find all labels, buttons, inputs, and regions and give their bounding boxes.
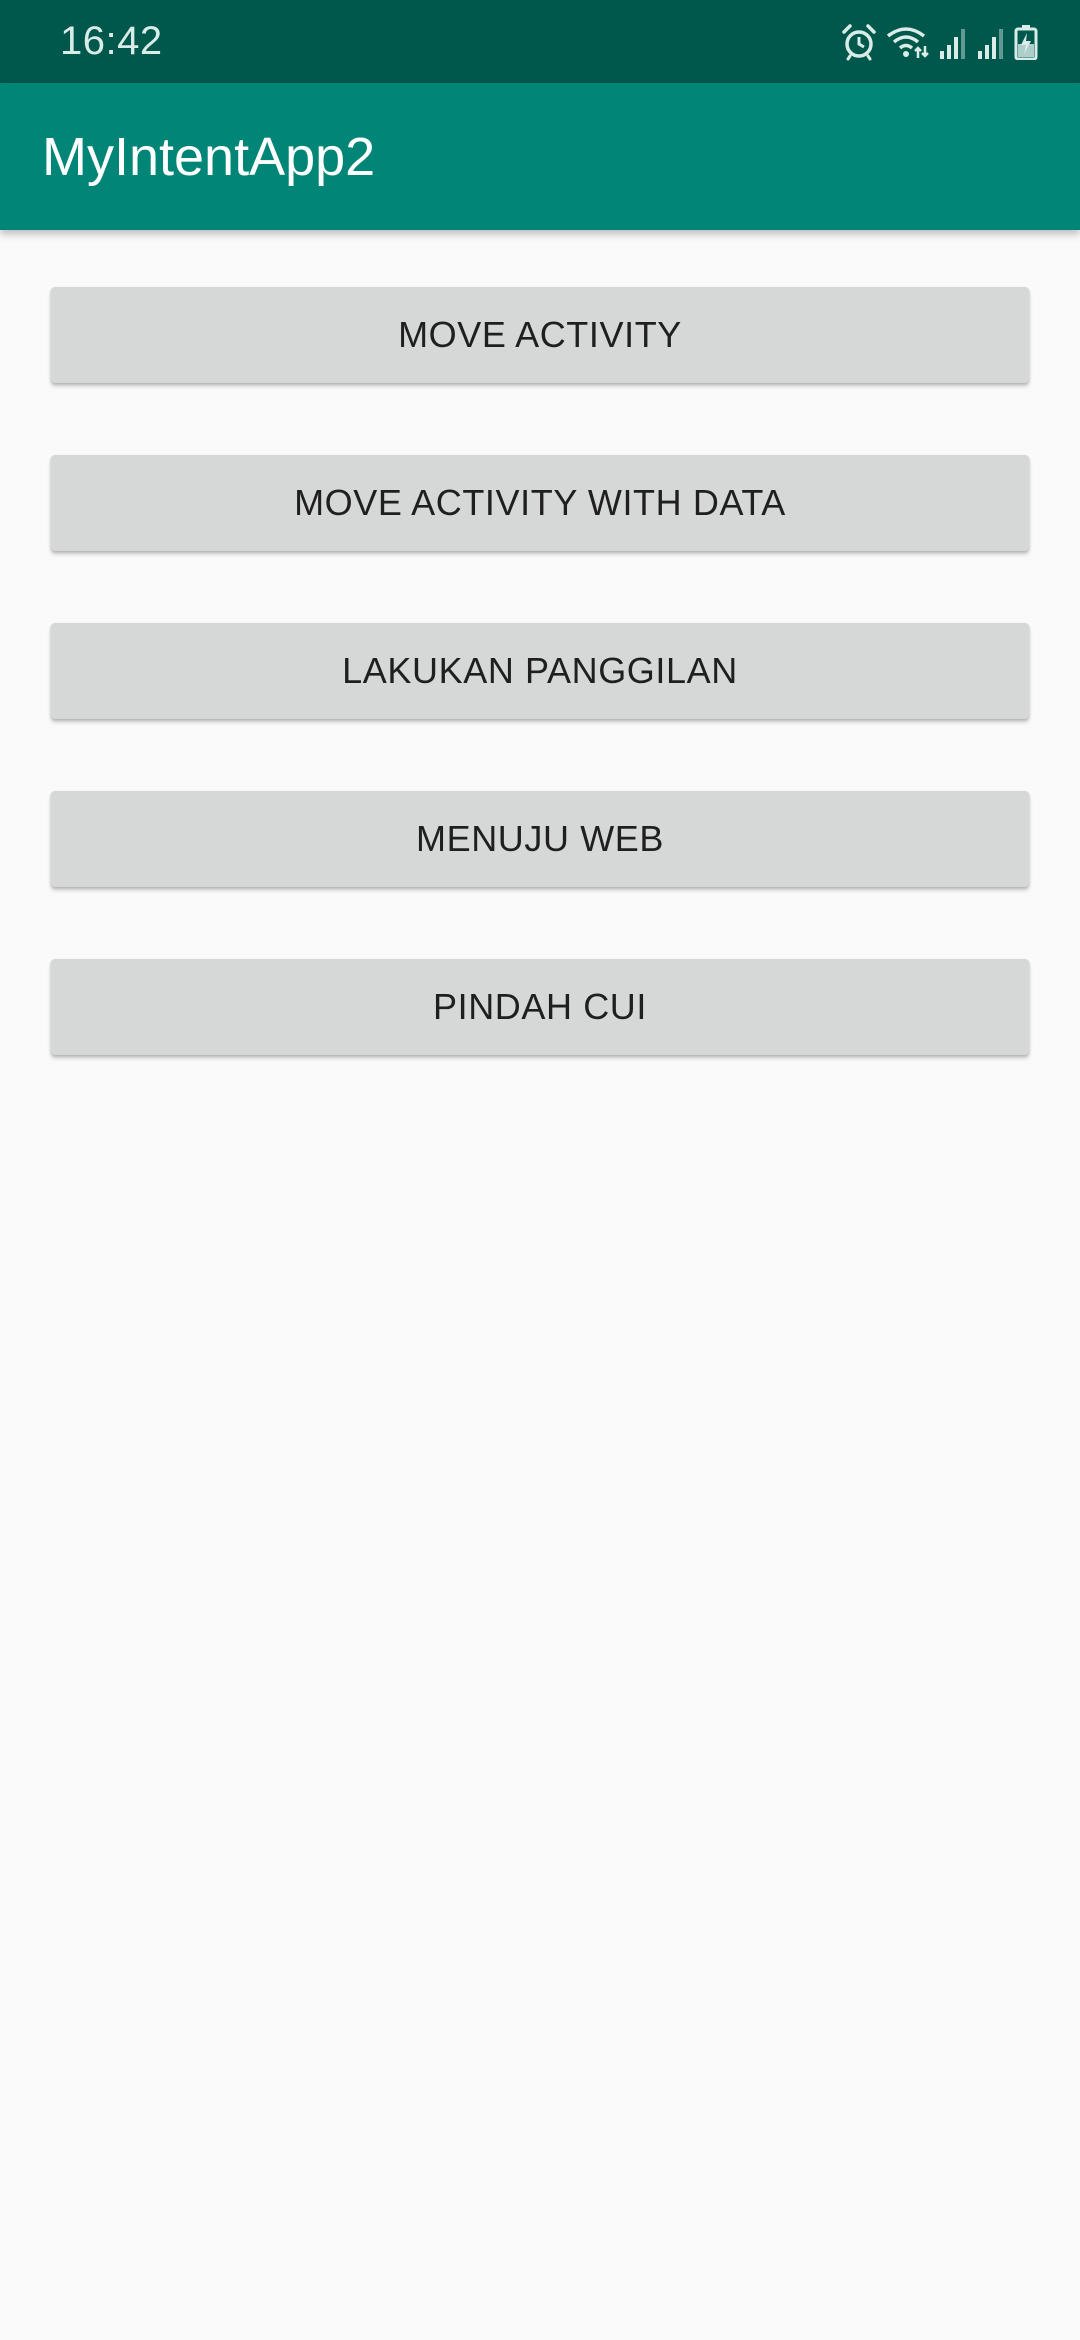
app-bar: MyIntentApp2 — [0, 83, 1080, 230]
app-title: MyIntentApp2 — [42, 127, 376, 187]
signal-icon — [938, 25, 968, 59]
wifi-icon — [886, 24, 930, 60]
status-bar: 16:42 — [0, 0, 1080, 83]
move-activity-with-data-button[interactable]: MOVE ACTIVITY WITH DATA — [51, 455, 1029, 551]
status-icons — [840, 22, 1038, 62]
alarm-icon — [840, 23, 878, 61]
menuju-web-button[interactable]: MENUJU WEB — [51, 791, 1029, 887]
move-activity-button[interactable]: MOVE ACTIVITY — [51, 287, 1029, 383]
pindah-cui-button[interactable]: PINDAH CUI — [51, 959, 1029, 1055]
lakukan-panggilan-button[interactable]: LAKUKAN PANGGILAN — [51, 623, 1029, 719]
signal-icon — [976, 25, 1006, 59]
battery-charging-icon — [1014, 24, 1038, 60]
status-time: 16:42 — [60, 19, 163, 63]
